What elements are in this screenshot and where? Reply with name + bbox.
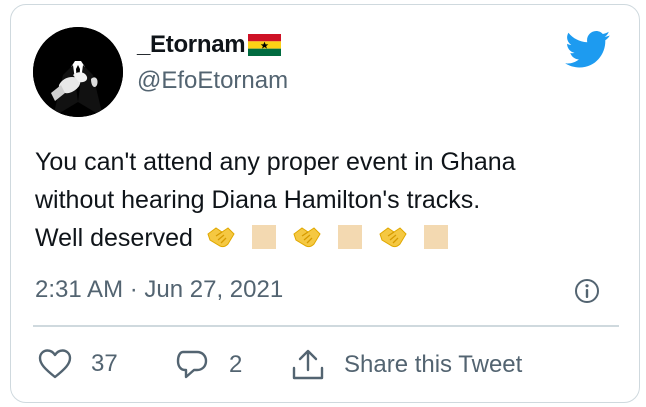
tweet-card[interactable]: _Etornam @EfoEtornam You can't attend an…: [10, 4, 640, 403]
skin-tone-swatch-icon: [423, 225, 448, 249]
reply-count: 2: [229, 351, 243, 378]
handshake-emoji-icon: [207, 227, 235, 248]
tweet-text: You can't attend any proper event in Gha…: [35, 143, 625, 257]
skin-tone-swatch-icon: [251, 225, 276, 249]
tweet-line: Well deserved: [35, 219, 625, 257]
twitter-bird-icon[interactable]: [565, 31, 611, 69]
share-icon: [292, 349, 324, 380]
suited-figure-avatar-icon: [33, 27, 123, 117]
handshake-emoji-icon: [293, 227, 321, 248]
like-button[interactable]: 37: [37, 348, 118, 380]
divider: [33, 325, 619, 327]
skin-tone-swatch-icon: [337, 225, 362, 249]
heart-icon: [38, 349, 72, 379]
tweet-line: You can't attend any proper event in Gha…: [35, 148, 516, 176]
tweet-line-text: Well deserved: [35, 224, 193, 252]
user-handle[interactable]: @EfoEtornam: [137, 67, 288, 95]
tweet-timestamp[interactable]: 2:31 AM · Jun 27, 2021: [35, 276, 283, 304]
info-icon[interactable]: [573, 277, 601, 305]
like-count: 37: [91, 350, 118, 377]
share-tweet-button[interactable]: Share this Tweet: [290, 348, 522, 382]
tweet-line: without hearing Diana Hamilton's tracks.: [35, 186, 481, 214]
name-row: _Etornam: [137, 31, 282, 59]
handshake-emoji-icon: [379, 227, 407, 248]
display-name[interactable]: _Etornam: [137, 31, 246, 59]
share-label: Share this Tweet: [344, 351, 523, 378]
ghana-flag-icon: [248, 34, 282, 56]
avatar[interactable]: [33, 27, 123, 117]
reply-button[interactable]: 2: [175, 348, 242, 382]
reply-bubble-icon: [176, 350, 208, 379]
